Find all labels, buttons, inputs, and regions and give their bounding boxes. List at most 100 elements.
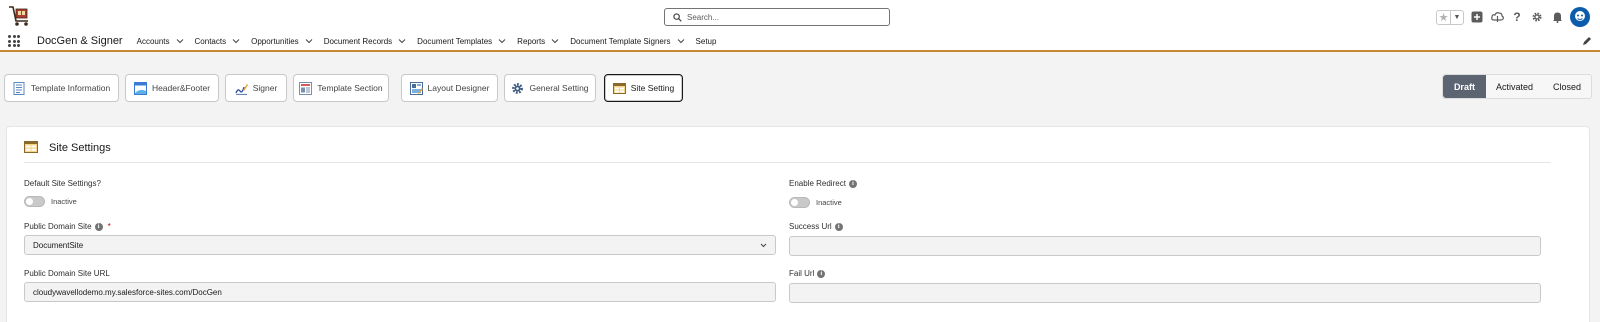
required-marker: * xyxy=(107,222,111,231)
status-button-group: Draft Activated Closed xyxy=(1441,74,1592,99)
nav-item-label: Setup xyxy=(695,36,717,46)
nav-item-document-template-signers[interactable]: Document Template Signers xyxy=(570,37,684,46)
notifications-bell-icon[interactable] xyxy=(1550,10,1564,24)
trailhead-guidance-icon[interactable] xyxy=(1490,10,1504,24)
global-header: ★ ▼ ? xyxy=(0,0,1600,32)
nav-item-document-records[interactable]: Document Records xyxy=(324,37,406,46)
nav-item-accounts[interactable]: Accounts xyxy=(137,37,184,46)
star-favorite-icon[interactable]: ★ xyxy=(1437,11,1450,24)
search-icon xyxy=(673,12,682,22)
chevron-down-icon[interactable] xyxy=(398,37,406,45)
nav-item-label: Accounts xyxy=(136,36,170,46)
tab-signer[interactable]: Signer xyxy=(225,74,287,102)
tab-site-setting[interactable]: Site Setting xyxy=(604,74,683,102)
favorites-group: ★ ▼ xyxy=(1436,9,1464,25)
global-actions-add-icon[interactable] xyxy=(1470,10,1484,24)
status-draft-button[interactable]: Draft xyxy=(1442,75,1486,98)
nav-item-opportunities[interactable]: Opportunities xyxy=(251,37,313,46)
success-url-label: Success Url i xyxy=(789,222,843,231)
nav-items: Accounts Contacts Opportunities Document… xyxy=(137,37,728,46)
chevron-down-icon[interactable] xyxy=(232,37,240,45)
public-domain-site-url-label: Public Domain Site URL xyxy=(24,269,110,278)
gear-icon xyxy=(512,82,524,94)
chevron-down-icon[interactable] xyxy=(305,37,313,45)
search-input[interactable] xyxy=(687,12,877,22)
edit-nav-pencil-icon[interactable] xyxy=(1582,36,1592,46)
chevron-down-icon[interactable] xyxy=(176,37,184,45)
input-value: cloudywavellodemo.my.salesforce-sites.co… xyxy=(33,287,222,297)
status-activated-button[interactable]: Activated xyxy=(1486,75,1543,98)
tab-row: Template Information Header&Footer Signe… xyxy=(0,74,1600,102)
header-utility-icons: ★ ▼ ? xyxy=(1436,7,1590,27)
chevron-down-icon[interactable] xyxy=(498,37,506,45)
layout-designer-icon xyxy=(409,81,423,95)
chevron-down-icon[interactable] xyxy=(677,37,685,45)
fail-url-label: Fail Url i xyxy=(789,269,826,278)
setup-gear-icon[interactable] xyxy=(1530,10,1544,24)
template-info-icon xyxy=(13,81,25,95)
card-header: Site Settings xyxy=(24,139,1551,163)
success-url-input[interactable] xyxy=(789,236,1541,256)
toggle-track[interactable] xyxy=(789,197,810,208)
card-title: Site Settings xyxy=(49,142,111,154)
signer-icon xyxy=(235,83,248,95)
public-domain-site-label: Public Domain Site i * xyxy=(24,222,111,231)
tab-label: General Setting xyxy=(529,83,589,93)
app-name: DocGen & Signer xyxy=(37,35,123,47)
toggle-state-text: Inactive xyxy=(816,198,842,207)
default-site-settings-label: Default Site Settings? xyxy=(24,179,101,188)
tab-template-section[interactable]: Template Section xyxy=(293,74,389,102)
field-label-text: Enable Redirect xyxy=(789,179,846,188)
tab-label: Layout Designer xyxy=(427,83,490,93)
default-site-settings-toggle[interactable]: Inactive xyxy=(24,196,77,207)
global-search[interactable] xyxy=(664,8,890,26)
tab-label: Template Section xyxy=(317,83,383,93)
nav-item-contacts[interactable]: Contacts xyxy=(195,37,241,46)
nav-item-setup[interactable]: Setup xyxy=(696,37,717,46)
nav-item-label: Opportunities xyxy=(251,36,299,46)
tab-label: Site Setting xyxy=(630,83,675,93)
select-value: DocumentSite xyxy=(33,240,84,250)
info-icon[interactable]: i xyxy=(834,222,843,231)
public-domain-site-url-input[interactable]: cloudywavellodemo.my.salesforce-sites.co… xyxy=(24,282,776,302)
nav-item-label: Document Templates xyxy=(417,36,493,46)
user-avatar[interactable] xyxy=(1570,7,1590,27)
public-domain-site-select[interactable]: DocumentSite xyxy=(24,235,776,255)
fail-url-input[interactable] xyxy=(789,283,1541,303)
app-launcher-icon[interactable] xyxy=(8,35,20,47)
site-setting-icon xyxy=(612,82,626,94)
nav-item-reports[interactable]: Reports xyxy=(517,37,559,46)
field-label-text: Default Site Settings? xyxy=(24,179,101,188)
info-icon[interactable]: i xyxy=(94,222,103,231)
enable-redirect-label: Enable Redirect i xyxy=(789,179,857,188)
tab-general-setting[interactable]: General Setting xyxy=(504,74,596,102)
template-section-icon xyxy=(299,81,313,95)
tab-label: Signer xyxy=(252,83,278,93)
chevron-down-icon xyxy=(760,243,767,248)
enable-redirect-toggle[interactable]: Inactive xyxy=(789,197,842,208)
nav-item-document-templates[interactable]: Document Templates xyxy=(417,37,506,46)
site-settings-card: Site Settings Default Site Settings? Ina… xyxy=(6,126,1590,322)
toggle-track[interactable] xyxy=(24,196,45,207)
nav-item-label: Document Template Signers xyxy=(570,36,671,46)
status-closed-button[interactable]: Closed xyxy=(1543,75,1591,98)
nav-item-label: Contacts xyxy=(194,36,227,46)
tab-label: Template Information xyxy=(30,83,111,93)
info-icon[interactable]: i xyxy=(848,179,857,188)
app-logo-cart-icon[interactable] xyxy=(8,4,32,28)
site-settings-icon xyxy=(24,141,38,153)
field-label-text: Fail Url xyxy=(789,269,815,278)
field-label-text: Public Domain Site xyxy=(24,222,92,231)
help-icon[interactable]: ? xyxy=(1510,10,1524,24)
info-icon[interactable]: i xyxy=(817,269,826,278)
field-label-text: Success Url xyxy=(789,222,832,231)
tab-template-information[interactable]: Template Information xyxy=(4,74,119,102)
toggle-state-text: Inactive xyxy=(51,197,77,206)
nav-item-label: Reports xyxy=(517,36,546,46)
nav-item-label: Document Records xyxy=(323,36,393,46)
navigation-bar: DocGen & Signer Accounts Contacts Opport… xyxy=(0,32,1600,52)
tab-layout-designer[interactable]: Layout Designer xyxy=(401,74,498,102)
favorites-dropdown-icon[interactable]: ▼ xyxy=(1450,10,1463,24)
tab-header-footer[interactable]: Header&Footer xyxy=(125,74,219,102)
chevron-down-icon[interactable] xyxy=(551,37,559,45)
